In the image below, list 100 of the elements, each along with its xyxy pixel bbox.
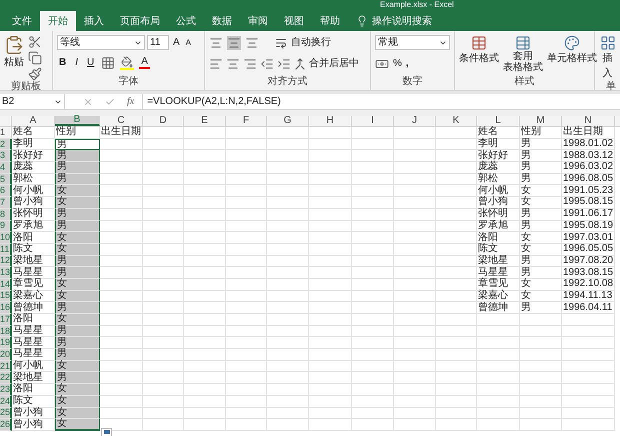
empty-cell — [226, 419, 267, 431]
row-header[interactable]: 2 — [0, 138, 12, 150]
column-header[interactable]: I — [352, 116, 394, 126]
format-as-table-button[interactable]: 套用 表格格式 — [503, 35, 543, 73]
selected-cell[interactable]: 女 — [55, 360, 100, 372]
fill-color-icon[interactable] — [120, 56, 134, 70]
font-name-field[interactable]: 等线 — [57, 35, 145, 50]
grow-font-button[interactable]: A — [171, 35, 182, 50]
row-header[interactable]: 5 — [0, 174, 12, 186]
underline-button[interactable]: U — [85, 55, 96, 70]
align-left-icon[interactable] — [209, 56, 223, 70]
table-cell: 男 — [520, 162, 562, 174]
selected-cell[interactable]: 女 — [55, 185, 100, 198]
copy-icon[interactable] — [28, 51, 42, 65]
column-header[interactable]: M — [520, 116, 562, 126]
insert-function-button[interactable]: fx — [127, 94, 134, 109]
align-center-icon[interactable] — [226, 56, 240, 70]
selected-cell[interactable]: 女 — [55, 290, 100, 302]
ribbon-tab[interactable]: 开始 — [40, 11, 76, 31]
insert-button[interactable]: 插入 — [599, 35, 616, 81]
row-header[interactable]: 1 — [0, 127, 12, 139]
column-header[interactable]: J — [394, 116, 436, 126]
align-top-icon[interactable] — [209, 36, 223, 50]
align-middle-icon[interactable] — [227, 36, 241, 50]
cell-styles-button[interactable]: 单元格样式 — [547, 35, 597, 66]
row-header[interactable]: 4 — [0, 162, 12, 174]
selected-cell[interactable]: 男 — [55, 372, 100, 384]
shrink-font-button[interactable]: A — [184, 36, 194, 48]
italic-button[interactable]: I — [73, 55, 80, 70]
percent-button[interactable]: % — [393, 56, 402, 71]
ribbon-tab[interactable]: 数据 — [204, 11, 240, 31]
conditional-format-button[interactable]: 条件格式 — [459, 35, 499, 66]
wrap-text-button[interactable]: 自动换行 — [291, 35, 331, 50]
align-bottom-icon[interactable] — [245, 36, 259, 50]
table-cell: 姓名 — [12, 127, 55, 139]
column-header[interactable]: G — [267, 116, 309, 126]
column-header[interactable]: B — [55, 116, 100, 126]
font-color-button[interactable]: A — [139, 56, 150, 69]
column-header[interactable]: C — [100, 116, 143, 126]
search-box[interactable]: 操作说明搜索 — [356, 11, 432, 31]
selected-cell[interactable]: 女 — [55, 278, 100, 291]
selected-cell[interactable]: 男 — [55, 302, 100, 314]
selected-cell[interactable]: 男 — [55, 337, 100, 350]
scissors-icon[interactable] — [28, 35, 42, 49]
selected-cell[interactable]: 女 — [55, 384, 100, 396]
selected-cell[interactable]: 男 — [55, 349, 100, 361]
ribbon-tab[interactable]: 视图 — [276, 11, 312, 31]
column-header[interactable]: H — [309, 116, 352, 126]
selected-cell[interactable]: 女 — [55, 197, 100, 209]
selected-cell[interactable]: 女 — [55, 408, 100, 420]
selected-cell[interactable]: 男 — [55, 150, 100, 162]
border-icon[interactable] — [101, 56, 116, 70]
selected-cell[interactable]: 男 — [55, 220, 100, 232]
wrap-text-icon[interactable] — [275, 36, 287, 48]
selected-cell[interactable]: 女 — [55, 419, 100, 431]
font-size-field[interactable]: 11 — [147, 35, 169, 50]
column-header[interactable]: D — [143, 116, 184, 126]
selected-cell[interactable]: 男 — [55, 256, 100, 268]
formula-field[interactable]: =VLOOKUP(A2,L:N,2,FALSE) — [142, 94, 620, 109]
align-right-icon[interactable] — [243, 56, 257, 70]
paintbrush-icon[interactable] — [28, 67, 42, 81]
column-header[interactable]: K — [436, 116, 477, 126]
selected-cell[interactable]: 男 — [55, 162, 100, 174]
empty-cell — [184, 396, 226, 408]
selected-cell[interactable]: 女 — [55, 232, 100, 244]
ribbon-tab[interactable]: 审阅 — [240, 11, 276, 31]
selected-cell[interactable]: 男 — [55, 174, 100, 186]
ribbon-tab[interactable]: 公式 — [168, 11, 204, 31]
column-header[interactable]: N — [562, 116, 615, 126]
merge-icon[interactable] — [294, 58, 306, 70]
indent-increase-icon[interactable] — [277, 56, 291, 70]
column-header[interactable]: F — [226, 116, 267, 126]
indent-decrease-icon[interactable] — [260, 56, 274, 70]
ribbon-tab[interactable]: 帮助 — [312, 11, 348, 31]
ribbon-tab[interactable]: 页面布局 — [112, 11, 168, 31]
selected-cell[interactable]: 男 — [55, 208, 100, 220]
empty-cell — [309, 150, 352, 162]
empty-cell — [184, 349, 226, 361]
number-format-field[interactable]: 常规 — [375, 35, 450, 50]
paste-button[interactable]: 粘贴 — [4, 35, 24, 70]
quick-analysis-icon[interactable] — [101, 428, 112, 436]
row-header[interactable]: 8 — [0, 208, 12, 220]
ribbon-tab[interactable]: 插入 — [76, 11, 112, 31]
bold-button[interactable]: B — [57, 55, 68, 70]
selected-cell[interactable]: 女 — [55, 244, 100, 256]
selected-cell[interactable]: 男 — [55, 267, 100, 279]
comma-button[interactable]: , — [406, 56, 409, 71]
name-box[interactable]: B2 — [0, 94, 65, 109]
ribbon-tab[interactable]: 文件 — [4, 11, 40, 31]
row-header[interactable]: 11 — [0, 244, 12, 256]
selected-cell[interactable]: 男 — [55, 326, 100, 338]
column-header[interactable]: L — [477, 116, 520, 126]
merge-center-button[interactable]: 合并后居中 — [309, 56, 359, 71]
selected-cell[interactable]: 女 — [55, 314, 100, 326]
row-header[interactable]: 3 — [0, 150, 12, 162]
column-header[interactable]: E — [184, 116, 226, 126]
row-header[interactable]: 9 — [0, 220, 12, 232]
selected-cell[interactable]: 女 — [55, 396, 100, 408]
row-header[interactable]: 6 — [0, 185, 12, 198]
row-header[interactable]: 7 — [0, 197, 12, 209]
